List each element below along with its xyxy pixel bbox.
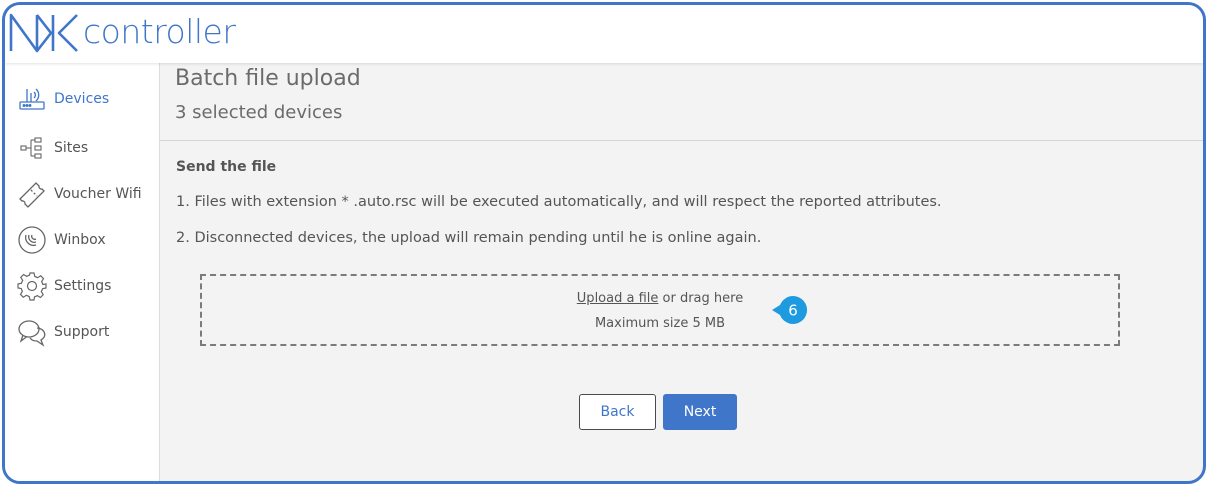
instruction-note: 1. Files with extension * .auto.rsc will… — [176, 194, 942, 210]
ticket-icon — [17, 179, 47, 209]
sidebar-item-label: Sites — [54, 140, 89, 156]
step-callout-badge: 6 — [772, 294, 808, 326]
sites-tree-icon — [17, 133, 47, 163]
logo-mark-icon — [9, 13, 78, 53]
gear-icon — [17, 271, 47, 301]
back-button[interactable]: Back — [579, 394, 656, 430]
sidebar-item-winbox[interactable]: Winbox — [17, 223, 157, 257]
chat-bubbles-icon — [17, 317, 47, 347]
main-content: Batch file upload 3 selected devices Sen… — [160, 63, 1203, 481]
drag-here-text: or drag here — [658, 291, 744, 306]
winbox-icon — [17, 225, 47, 255]
router-icon — [17, 84, 47, 114]
sidebar-item-label: Voucher Wifi — [54, 186, 142, 202]
logo-text: controller — [83, 11, 236, 51]
sidebar-item-voucher-wifi[interactable]: Voucher Wifi — [17, 177, 157, 211]
sidebar-item-settings[interactable]: Settings — [17, 269, 157, 303]
sidebar-item-label: Settings — [54, 278, 112, 294]
logo[interactable]: controller — [7, 9, 236, 55]
next-button[interactable]: Next — [663, 394, 737, 430]
upload-file-link[interactable]: Upload a file — [577, 291, 659, 306]
sidebar-item-sites[interactable]: Sites — [17, 131, 157, 165]
sidebar-item-support[interactable]: Support — [17, 315, 157, 349]
section-title: Send the file — [176, 159, 277, 175]
sidebar: Devices Sites Voucher Wifi Winbox Settin… — [5, 63, 160, 481]
dropzone-prompt: Upload a file or drag here — [202, 291, 1118, 306]
page-title: Batch file upload — [175, 66, 361, 91]
file-dropzone[interactable]: Upload a file or drag here Maximum size … — [200, 274, 1120, 346]
max-size-text: Maximum size 5 MB — [594, 316, 726, 331]
page-subtitle: 3 selected devices — [175, 102, 343, 123]
sidebar-item-label: Devices — [54, 91, 110, 107]
app-window: controller Devices Sites Voucher Wifi Wi… — [2, 2, 1206, 484]
sidebar-item-label: Support — [54, 324, 110, 340]
sidebar-item-label: Winbox — [54, 232, 106, 248]
top-bar: controller — [5, 5, 1203, 63]
instruction-note: 2. Disconnected devices, the upload will… — [176, 230, 762, 246]
sidebar-item-devices[interactable]: Devices — [17, 82, 157, 116]
step-number: 6 — [788, 302, 798, 320]
header-divider — [160, 140, 1203, 141]
